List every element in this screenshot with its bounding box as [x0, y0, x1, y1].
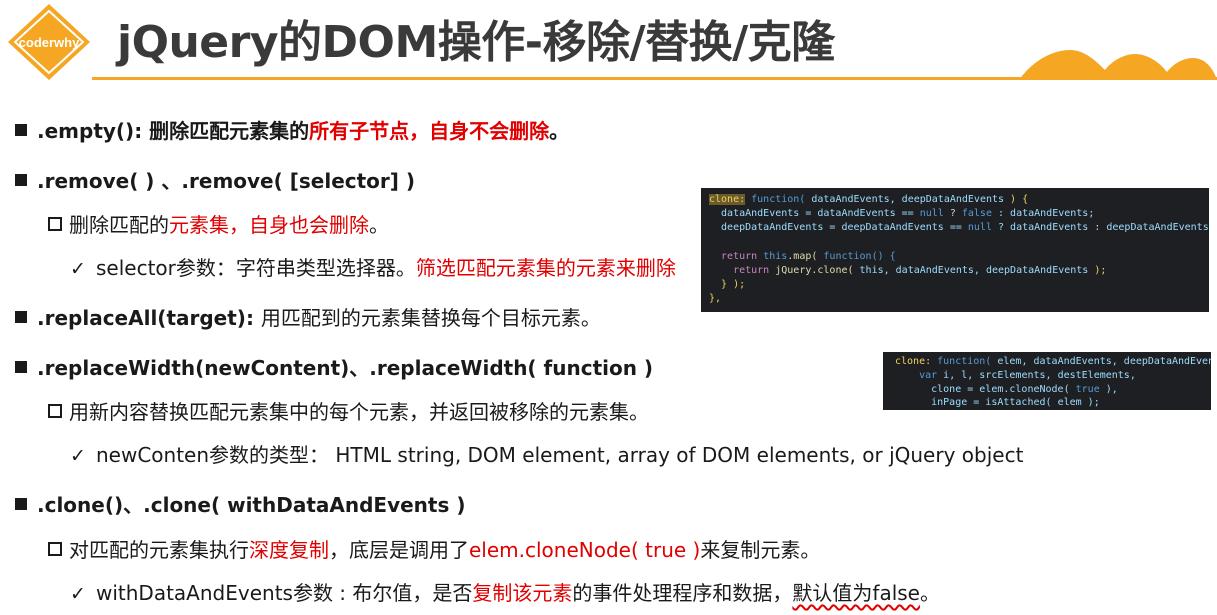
- code-token: function(: [745, 194, 806, 205]
- check-mark-icon: ✓: [70, 445, 86, 467]
- text: 用新内容替换匹配元素集中的每个元素，并返回被移除的元素集。: [69, 400, 649, 424]
- code-line: },: [709, 292, 721, 306]
- code-token: .map(: [787, 251, 818, 262]
- code-token: this: [757, 251, 788, 262]
- text: newConten参数的类型： HTML string, DOM element…: [96, 443, 1024, 467]
- check-mark-icon: ✓: [70, 583, 86, 605]
- code-token: false: [961, 208, 992, 219]
- square-bullet-icon: [15, 361, 27, 373]
- code-token: ? dataAndEvents : deepDataAndEvents;: [991, 222, 1209, 233]
- code-token: null: [919, 208, 944, 219]
- code-token: dataAndEvents, deepDataAndEvents: [805, 194, 1011, 205]
- code-token: function(: [931, 356, 992, 367]
- code-token: dataAndEvents = dataAndEvents ==: [709, 208, 920, 219]
- code-snippet-jquery-clone: clone: function( elem, dataAndEvents, de…: [883, 352, 1211, 410]
- code-line: clone: function( elem, dataAndEvents, de…: [895, 355, 1211, 369]
- text-highlight: 元素集，自身也会删除: [169, 213, 369, 237]
- code-token: function() {: [817, 251, 896, 262]
- text: .remove( ) 、.remove( [selector] ): [37, 169, 416, 193]
- text: 来复制元素。: [700, 538, 821, 562]
- code-token: clone:: [709, 194, 746, 205]
- bullet-empty: .empty(): 删除匹配元素集的所有子节点，自身不会删除。: [15, 118, 569, 144]
- square-bullet-icon: [15, 174, 27, 186]
- code-token: null: [967, 222, 992, 233]
- text-highlight: elem.cloneNode( true ): [469, 538, 701, 562]
- code-token: i, l, srcElements, destElements,: [937, 370, 1136, 381]
- code-token: ) {: [1010, 194, 1029, 205]
- text: 布尔值，是否: [352, 581, 473, 605]
- code-token: } );: [709, 279, 746, 290]
- hollow-square-bullet-icon: [48, 217, 62, 231]
- text: selector参数：字符串类型选择器。: [96, 256, 416, 280]
- code-line: clone: function( dataAndEvents, deepData…: [709, 193, 1028, 207]
- text: .clone()、.clone( withDataAndEvents ): [37, 493, 466, 517]
- code-line: deepDataAndEvents = deepDataAndEvents ==…: [709, 221, 1209, 235]
- coderwhy-logo: coderwhy: [6, 2, 92, 82]
- bullet-replaceall: .replaceAll(target): 用匹配到的元素集替换每个目标元素。: [15, 305, 601, 331]
- text: 的事件处理程序和数据，: [572, 581, 793, 605]
- check-withdataandevents-param: ✓ withDataAndEvents参数 : 布尔值，是否复制该元素的事件处理程…: [70, 580, 940, 607]
- code-token: elem: [1051, 397, 1088, 408]
- sub-bullet-remove-desc: 删除匹配的元素集，自身也会删除。: [48, 212, 389, 238]
- text: 。: [369, 213, 389, 237]
- code-line: return this.map( function() {: [709, 250, 896, 264]
- bullet-remove: .remove( ) 、.remove( [selector] ): [15, 168, 415, 194]
- code-line: dataAndEvents = dataAndEvents == null ? …: [709, 207, 1094, 221]
- code-token: this, dataAndEvents, deepDataAndEvents: [853, 265, 1095, 276]
- code-token: elem, dataAndEvents, deepDataAndEvents: [991, 356, 1211, 367]
- code-token: : dataAndEvents;: [991, 208, 1095, 219]
- text: .empty(): 删除匹配元素集的: [37, 119, 310, 143]
- text: ，底层是调用了: [329, 538, 469, 562]
- code-snippet-clone-method: clone: function( dataAndEvents, deepData…: [701, 188, 1209, 312]
- code-token: clone = elem.cloneNode(: [895, 384, 1070, 395]
- code-token: );: [1094, 265, 1107, 276]
- code-token: clone:: [895, 356, 932, 367]
- text-highlight: 复制该元素: [472, 581, 573, 605]
- bullet-replacewidth: .replaceWidth(newContent)、.replaceWidth(…: [15, 355, 653, 381]
- code-token: true: [1069, 384, 1100, 395]
- text-default-value: 默认值为false: [792, 581, 920, 605]
- code-token: return: [709, 265, 770, 276]
- text: 用匹配到的元素集替换每个目标元素。: [260, 306, 601, 330]
- check-newcontent-param: ✓ newConten参数的类型： HTML string, DOM elemen…: [70, 442, 1023, 469]
- text: 。: [549, 119, 570, 143]
- text: 对匹配的元素集执行: [69, 538, 249, 562]
- code-line: return jQuery.clone( this, dataAndEvents…: [709, 264, 1106, 278]
- code-token: ),: [1099, 384, 1118, 395]
- text: 。: [919, 581, 940, 605]
- square-bullet-icon: [15, 311, 27, 323]
- code-token: deepDataAndEvents = deepDataAndEvents ==: [709, 222, 968, 233]
- sub-bullet-replacewidth-desc: 用新内容替换匹配元素集中的每个元素，并返回被移除的元素集。: [48, 399, 649, 425]
- hollow-square-bullet-icon: [48, 542, 62, 556]
- code-token: },: [709, 293, 722, 304]
- code-line: } );: [709, 278, 745, 292]
- code-token: var: [895, 370, 938, 381]
- text: .replaceAll(target):: [37, 306, 261, 330]
- square-bullet-icon: [15, 124, 27, 136]
- sub-bullet-clone-desc: 对匹配的元素集执行深度复制，底层是调用了elem.cloneNode( true…: [48, 537, 820, 563]
- code-line: clone = elem.cloneNode( true ),: [895, 383, 1118, 397]
- text-highlight: 筛选匹配元素集的元素来删除: [415, 256, 676, 280]
- text: .replaceWidth(newContent)、.replaceWidth(…: [37, 356, 654, 380]
- code-token: );: [1087, 397, 1100, 408]
- hollow-square-bullet-icon: [48, 404, 62, 418]
- check-mark-icon: ✓: [70, 258, 86, 280]
- text-highlight: 所有子节点，自身不会删除: [309, 119, 550, 143]
- code-token: ?: [943, 208, 962, 219]
- page-title: jQuery的DOM操作-移除/替换/克隆: [117, 17, 835, 68]
- logo-text: coderwhy: [19, 35, 80, 50]
- code-token: return: [709, 251, 758, 262]
- logo-diamond-icon: coderwhy: [8, 4, 90, 80]
- text-highlight: 深度复制: [249, 538, 329, 562]
- code-token: jQuery.clone(: [769, 265, 854, 276]
- check-selector-param: ✓ selector参数：字符串类型选择器。筛选匹配元素集的元素来删除: [70, 255, 676, 282]
- square-bullet-icon: [15, 498, 27, 510]
- code-token: inPage = isAttached(: [895, 397, 1052, 408]
- code-line: inPage = isAttached( elem );: [895, 396, 1100, 410]
- bullet-clone: .clone()、.clone( withDataAndEvents ): [15, 492, 465, 518]
- text: 删除匹配的: [69, 213, 169, 237]
- hills-decoration: [1019, 50, 1217, 80]
- text: withDataAndEvents参数 :: [96, 581, 353, 605]
- code-line: var i, l, srcElements, destElements,: [895, 369, 1136, 383]
